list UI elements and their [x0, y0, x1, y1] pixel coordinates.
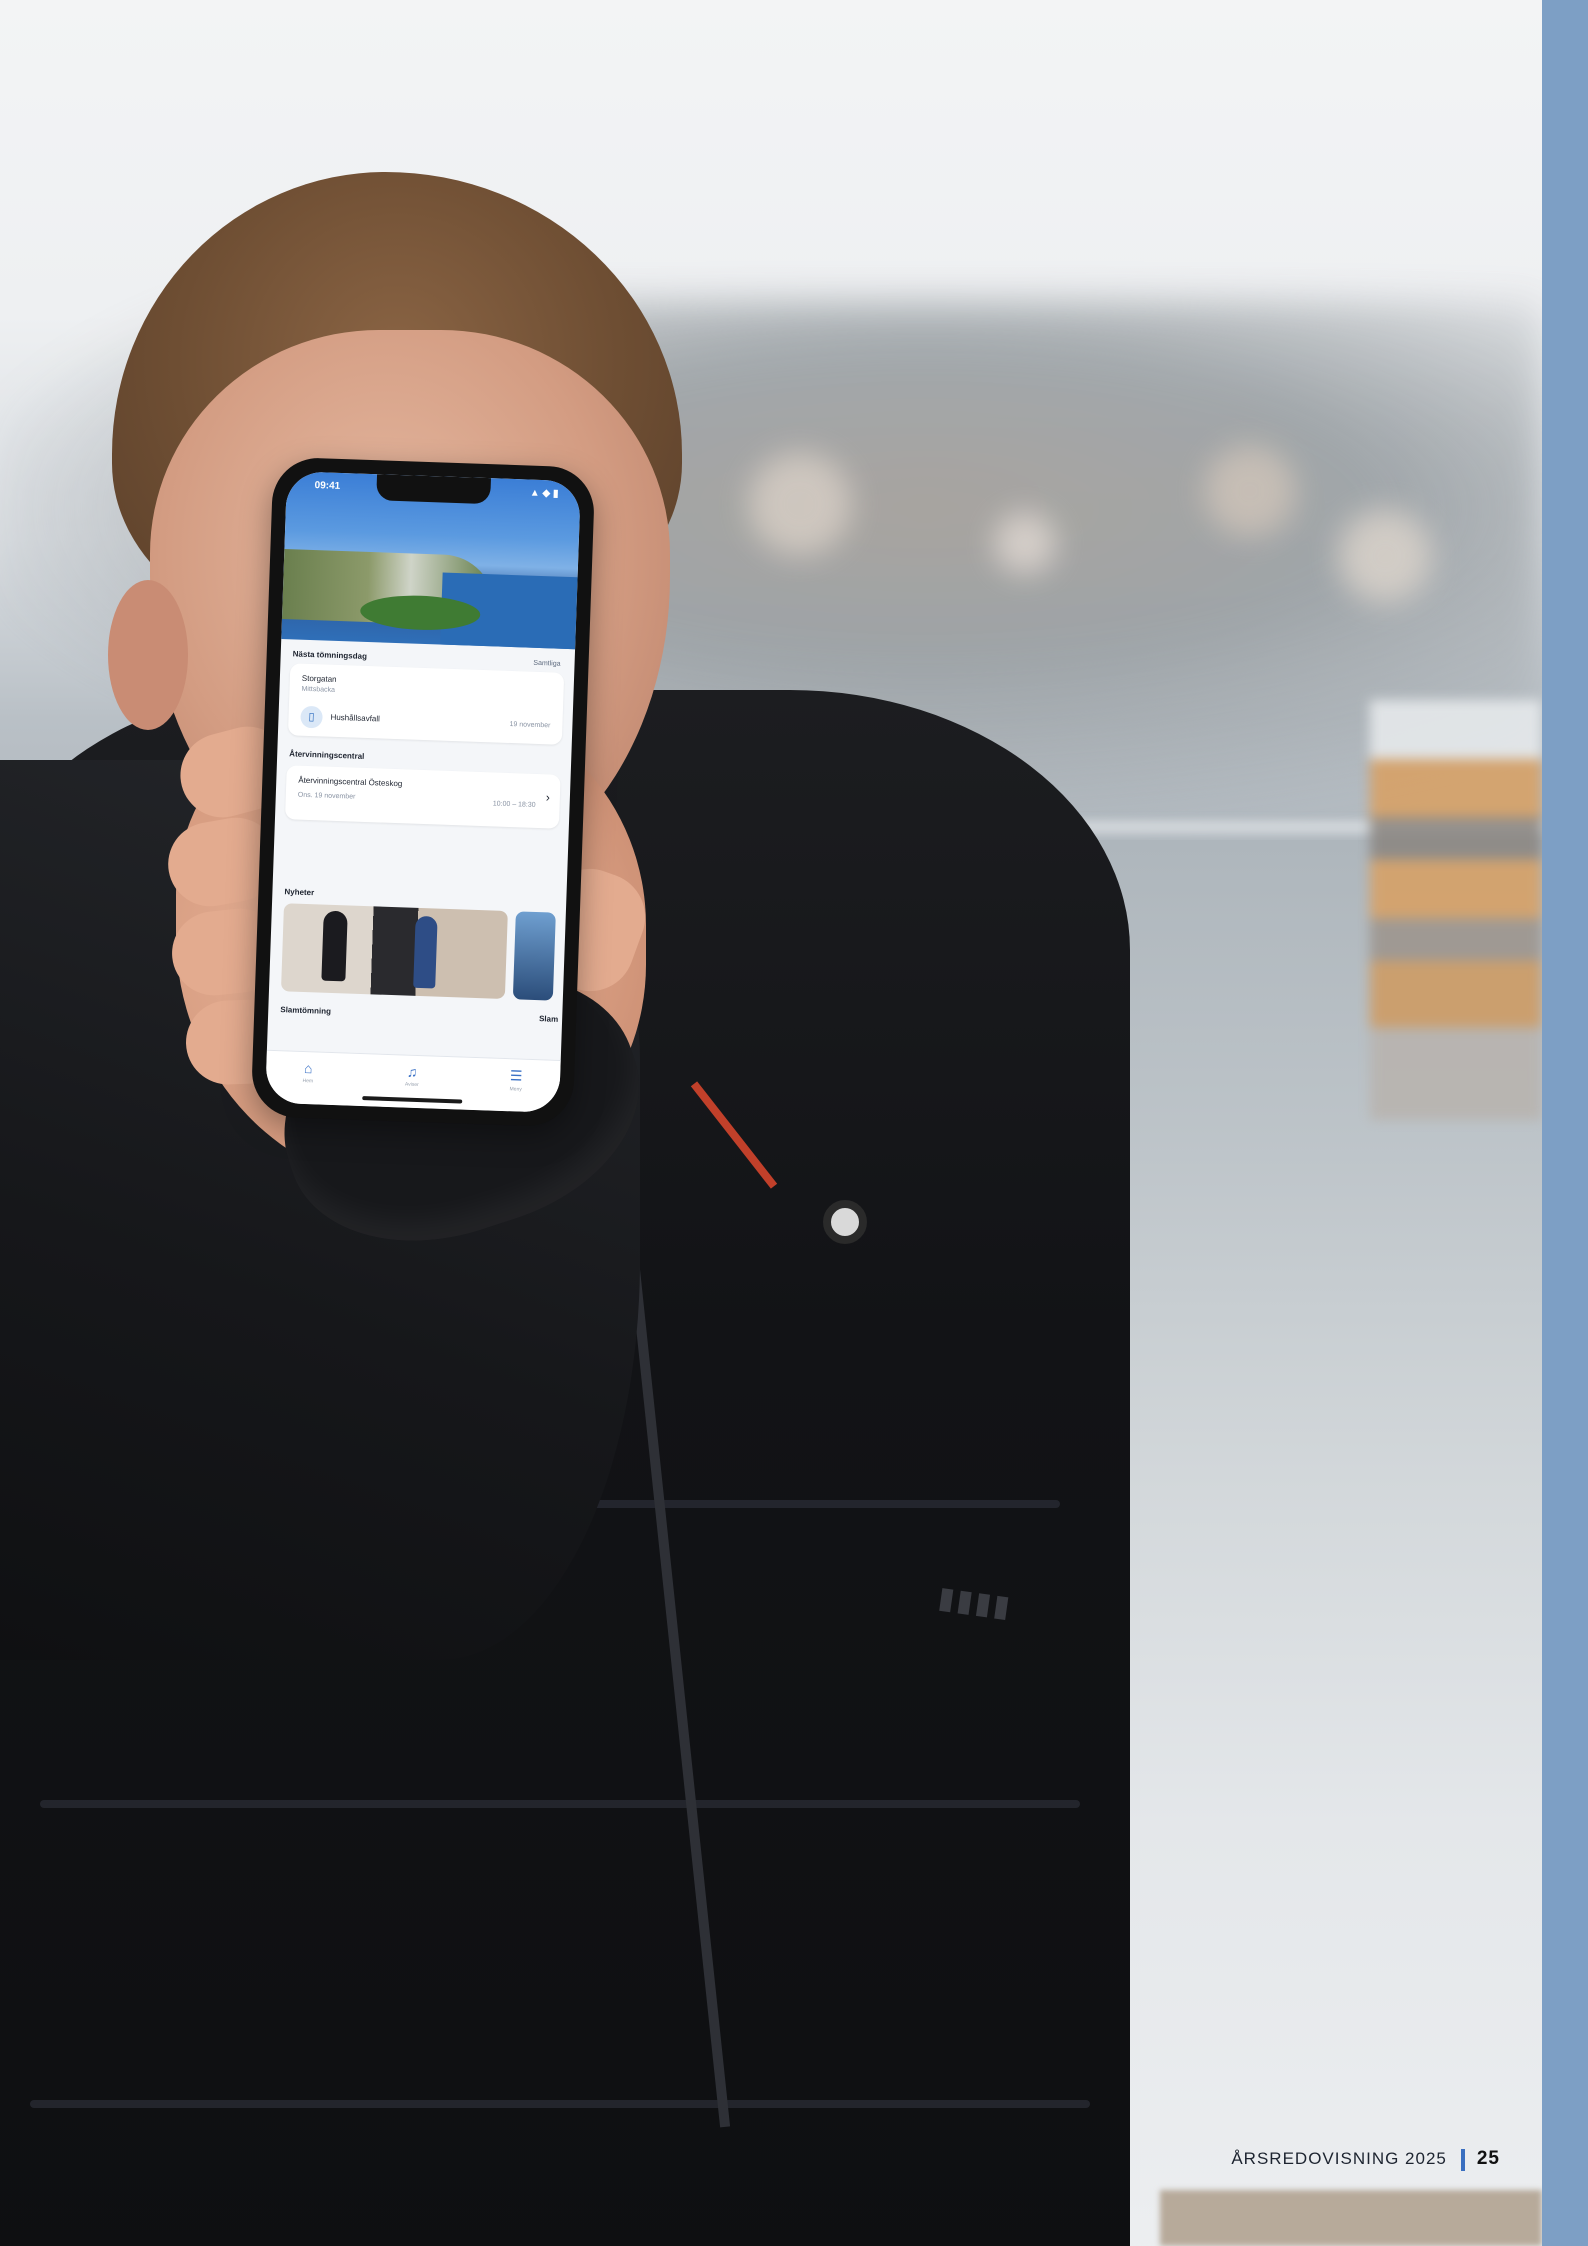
photo-background: ▮▮▮▮ 09:41 ▲ ◆ ▮ Nästa tömningsdag Samtl… — [0, 0, 1542, 2246]
news-person — [413, 915, 438, 989]
smartphone: 09:41 ▲ ◆ ▮ Nästa tömningsdag Samtliga S… — [250, 456, 596, 1128]
status-icons: ▲ ◆ ▮ — [529, 487, 559, 500]
collection-date: 19 november — [509, 720, 551, 730]
tab-home[interactable]: ⌂ Hem — [278, 1059, 339, 1085]
tab-label: Hem — [302, 1077, 314, 1085]
jacket-badge — [823, 1200, 867, 1244]
status-time: 09:41 — [314, 480, 341, 492]
phone-notch — [376, 474, 491, 505]
jacket-seam — [30, 2100, 1090, 2108]
collection-address: Storgatan — [301, 673, 337, 684]
collection-card[interactable]: Storgatan Mittsbacka ▯ Hushållsavfall 19… — [287, 663, 565, 745]
waterfront-building — [1370, 700, 1542, 1120]
page-number: 25 — [1476, 2148, 1500, 2169]
recycling-day: Ons. 19 november — [297, 791, 356, 801]
news-person — [321, 910, 348, 982]
home-icon: ⌂ — [303, 1060, 313, 1077]
footer-title: ÅRSREDOVISNING 2025 — [1231, 2149, 1447, 2168]
tab-label: Meny — [509, 1086, 522, 1093]
collection-type: Hushållsavfall — [330, 712, 381, 724]
home-indicator — [362, 1096, 463, 1104]
page-footer: ÅRSREDOVISNING 2025 25 — [1231, 2148, 1500, 2171]
section-title-next-collection: Nästa tömningsdag — [292, 649, 368, 661]
bell-icon: ♫ — [406, 1063, 418, 1080]
phone-screen: 09:41 ▲ ◆ ▮ Nästa tömningsdag Samtliga S… — [265, 471, 581, 1113]
recycling-name: Återvinningscentral Östeskog — [298, 775, 403, 789]
news-image[interactable] — [512, 911, 556, 1001]
page-edge-band — [1542, 0, 1588, 2246]
collection-area: Mittsbacka — [301, 685, 336, 694]
recycling-hours: 10:00 – 18:30 — [492, 800, 536, 809]
tab-notices[interactable]: ♫ Aviser — [382, 1063, 443, 1089]
recycling-card[interactable]: Återvinningscentral Östeskog Ons. 19 nov… — [284, 765, 561, 829]
see-all-link[interactable]: Samtliga — [533, 660, 560, 668]
tab-label: Aviser — [404, 1081, 419, 1089]
menu-icon: ☰ — [509, 1067, 523, 1084]
jacket-seam — [40, 1800, 1080, 1808]
section-title-news: Nyheter — [284, 887, 315, 898]
section-title-service: Slamtömning — [280, 1005, 332, 1016]
bin-icon: ▯ — [300, 705, 323, 729]
chevron-right-icon: › — [545, 790, 551, 805]
tab-bar: ⌂ Hem ♫ Aviser ☰ Meny — [265, 1049, 561, 1113]
news-carousel[interactable] — [280, 903, 581, 1003]
quay — [1160, 2190, 1542, 2246]
ear — [108, 580, 188, 730]
section-title-recycling: Återvinningscentral — [289, 749, 365, 761]
news-image[interactable] — [280, 903, 508, 999]
footer-divider — [1460, 2148, 1465, 2171]
section-title-service-right: Slam — [538, 1014, 559, 1024]
distant-town — [620, 400, 1520, 660]
tab-menu[interactable]: ☰ Meny — [486, 1066, 547, 1093]
